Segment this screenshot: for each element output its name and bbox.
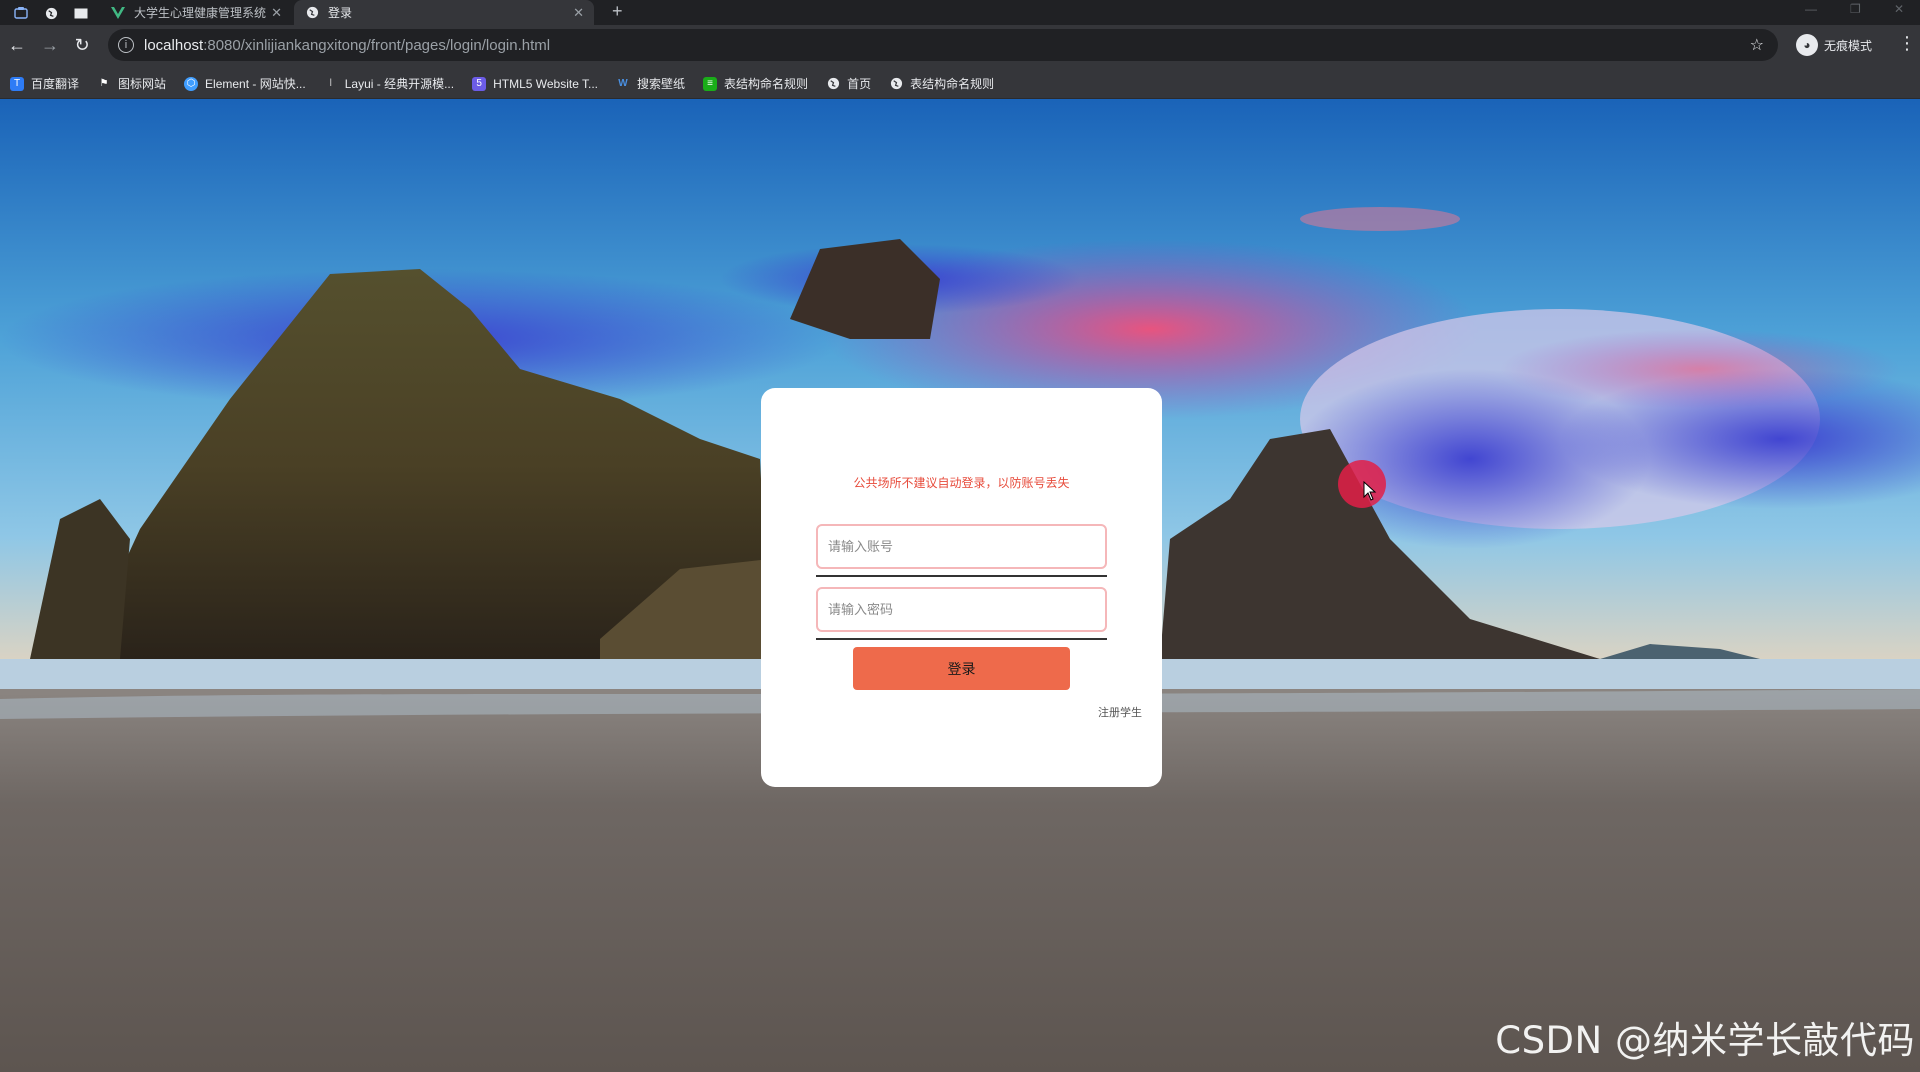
csdn-watermark: CSDN @纳米学长敲代码 [1495,1019,1915,1062]
security-warning-text: 公共场所不建议自动登录，以防账号丢失 [853,476,1070,490]
bookmark-label: 表结构命名规则 [724,77,809,91]
restore-icon[interactable]: ❐ [1850,2,1861,16]
tab-login[interactable]: 登录 ✕ [294,0,594,25]
tab-search-icon[interactable] [12,4,30,22]
browser-toolbar: ← → ↻ i localhost :8080/xinlijiankangxit… [0,25,1920,69]
password-input[interactable] [816,587,1107,632]
bookmark-item[interactable]: 首页 [826,75,871,92]
bookmark-label: 表结构命名规则 [910,77,995,91]
bookmark-label: Element - 网站快... [205,77,306,91]
profile-label: 无痕模式 [1824,38,1873,53]
pinned-globe-icon[interactable] [42,4,60,22]
tab-system[interactable]: 大学生心理健康管理系统 ✕ [100,0,292,25]
incognito-profile[interactable]: ◕ 无痕模式 [1796,34,1872,56]
page-viewport: 公共场所不建议自动登录，以防账号丢失 登录 注册学生 CSDN @纳米学长敲代码 [0,99,1920,1072]
close-icon[interactable]: ✕ [573,5,584,21]
incognito-icon: ◕ [1796,34,1818,56]
minimize-icon[interactable]: — [1805,2,1817,16]
login-card: 公共场所不建议自动登录，以防账号丢失 登录 注册学生 [761,388,1162,787]
flag-icon: ⚑ [99,78,109,89]
baidu-translate-icon: T [10,76,24,91]
tab-title: 登录 [328,6,353,20]
reload-icon[interactable]: ↻ [71,35,93,56]
bookmark-item[interactable]: l Layui - 经典开源模... [324,75,454,92]
pinned-window-icon[interactable] [72,4,90,22]
tab-strip: 大学生心理健康管理系统 ✕ 登录 ✕ + — ❐ ✕ [0,0,1920,25]
back-arrow-icon[interactable]: ← [6,35,28,56]
account-underline [816,575,1107,577]
sheet-icon: ≡ [703,76,718,91]
bookmarks-bar: T 百度翻译 ⚑ 图标网站 ⬡ Element - 网站快... l Layui… [0,69,1920,99]
globe-icon [304,5,320,21]
password-underline [816,638,1107,640]
new-tab-plus-icon[interactable]: + [612,1,623,22]
bookmark-label: 百度翻译 [31,77,80,91]
mouse-cursor-icon [1363,481,1377,501]
globe-icon [826,77,840,91]
bookmark-label: HTML5 Website T... [493,76,599,91]
bookmark-label: 首页 [847,77,872,91]
forward-arrow-icon[interactable]: → [39,35,61,56]
bookmark-label: 图标网站 [118,77,167,91]
bookmark-item[interactable]: T 百度翻译 [10,75,79,92]
wallpaper-icon: W [618,78,628,89]
close-icon[interactable]: ✕ [271,5,282,21]
bookmark-item[interactable]: ≡ 表结构命名规则 [703,75,808,92]
url-path: :8080/xinlijiankangxitong/front/pages/lo… [203,36,551,54]
layui-icon: l [329,78,332,89]
bookmark-item[interactable]: W 搜索壁纸 [616,75,685,92]
bookmark-item[interactable]: ⬡ Element - 网站快... [184,75,306,92]
window-close-icon[interactable]: ✕ [1894,2,1904,16]
login-button[interactable]: 登录 [853,647,1070,690]
bookmark-item[interactable]: 表结构命名规则 [889,75,994,92]
kebab-menu-icon[interactable]: ⋮ [1898,33,1916,54]
html5-icon: 5 [472,76,487,91]
tab-title: 大学生心理健康管理系统 [134,6,267,20]
info-icon[interactable]: i [118,37,134,53]
element-icon: ⬡ [184,76,199,91]
bookmark-star-icon[interactable]: ☆ [1750,35,1764,55]
url-host: localhost [144,36,204,54]
register-student-link[interactable]: 注册学生 [1098,704,1142,720]
bookmark-item[interactable]: ⚑ 图标网站 [97,75,167,92]
vue-icon [110,5,126,21]
bookmark-label: Layui - 经典开源模... [344,77,455,91]
bookmark-item[interactable]: 5 HTML5 Website T... [472,76,599,91]
bookmark-label: 搜索壁纸 [637,77,686,91]
cursor-highlight [1338,460,1386,508]
globe-icon [889,77,903,91]
address-bar[interactable]: i localhost :8080/xinlijiankangxitong/fr… [108,29,1778,61]
account-input[interactable] [816,524,1107,569]
